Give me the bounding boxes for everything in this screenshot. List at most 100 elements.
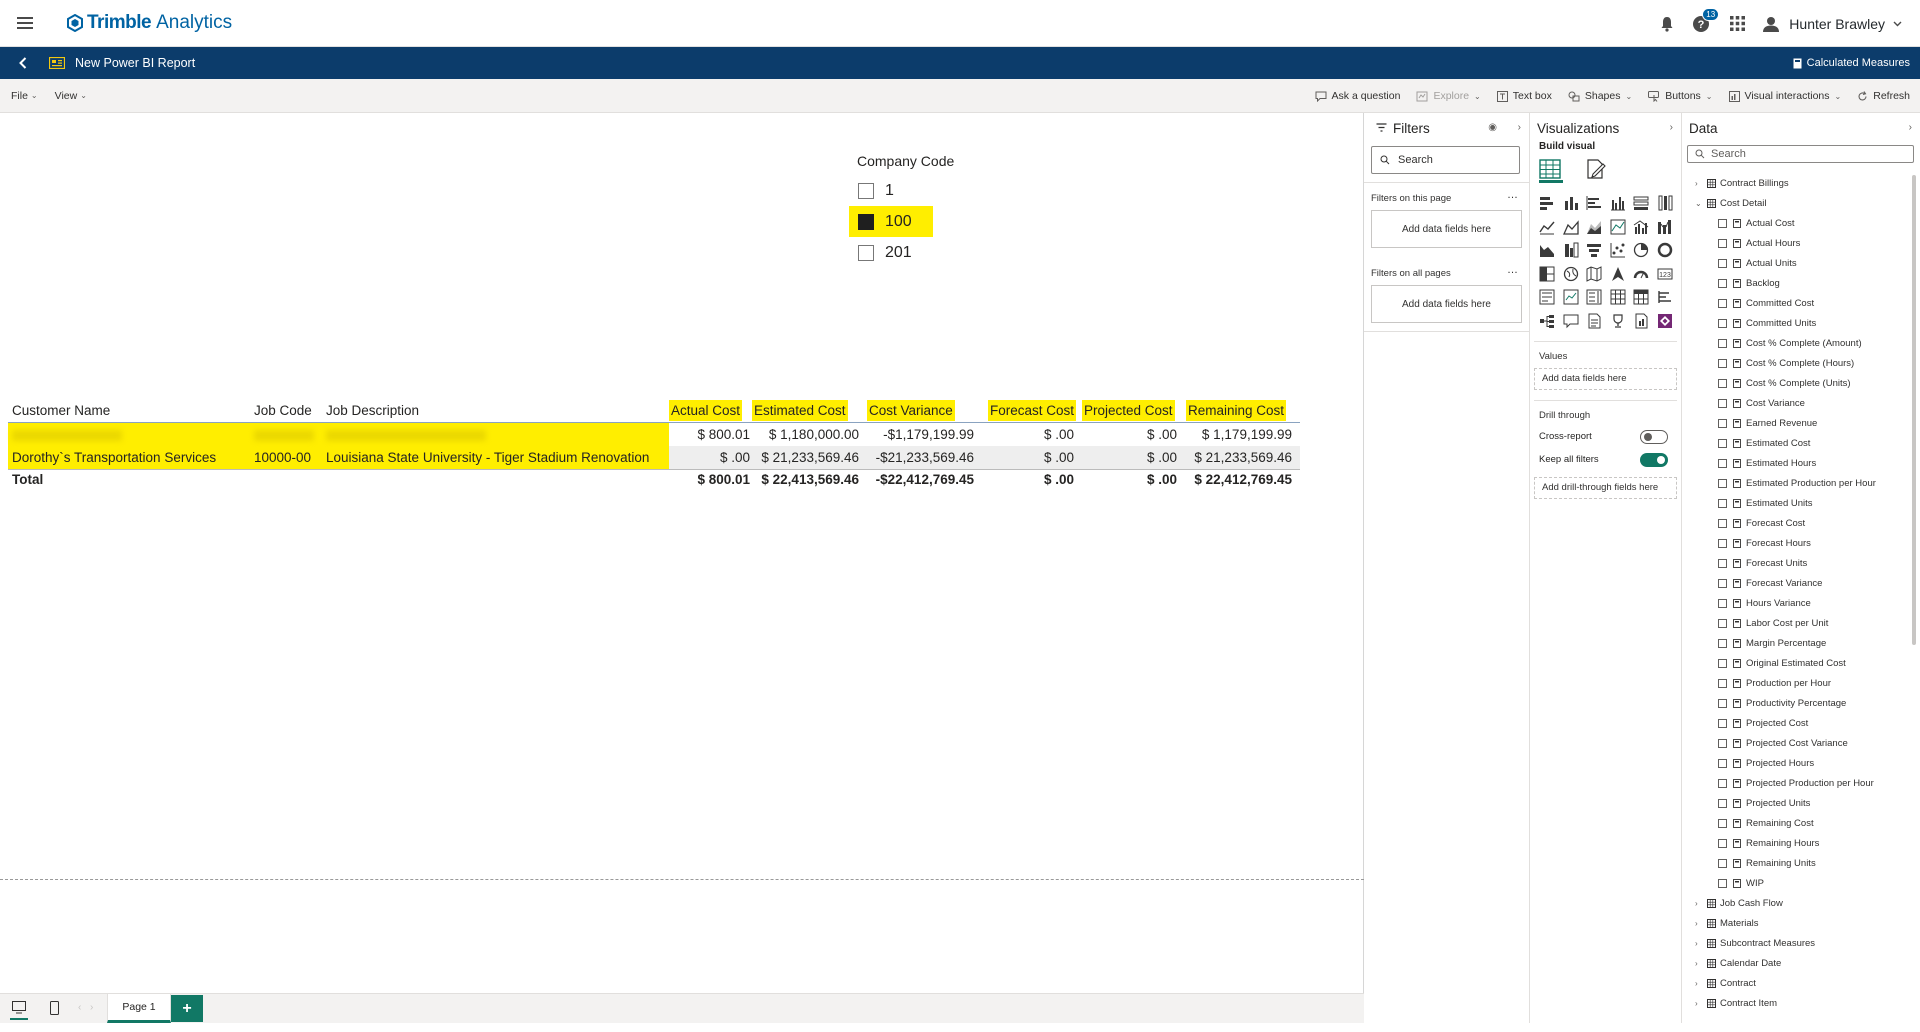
build-visual-tab-icon[interactable] — [1539, 159, 1563, 183]
data-table-item[interactable]: › Contract — [1682, 973, 1920, 993]
data-table-item[interactable]: › Job Cash Flow — [1682, 893, 1920, 913]
data-field-item[interactable]: Earned Revenue — [1682, 413, 1920, 433]
data-table-item[interactable]: ⌄ Cost Detail — [1682, 193, 1920, 213]
field-checkbox[interactable] — [1718, 598, 1727, 608]
gauge-icon[interactable] — [1633, 266, 1651, 284]
waterfall-chart-icon[interactable] — [1539, 242, 1557, 260]
drill-through-drop-zone[interactable]: Add drill-through fields here — [1534, 476, 1677, 499]
data-field-item[interactable]: Forecast Hours — [1682, 533, 1920, 553]
column-header-actual-cost[interactable]: Actual Cost — [669, 400, 743, 421]
field-checkbox[interactable] — [1718, 718, 1727, 728]
field-checkbox[interactable] — [1718, 258, 1727, 268]
file-menu[interactable]: File ⌄ — [11, 90, 38, 102]
chevron-right-icon[interactable]: › — [1695, 979, 1705, 988]
decomposition-tree-icon[interactable] — [1539, 313, 1557, 331]
column-header-job-code[interactable]: Job Code — [254, 403, 312, 418]
refresh-button[interactable]: Refresh — [1857, 90, 1910, 102]
column-header-forecast-cost[interactable]: Forecast Cost — [988, 400, 1077, 421]
collapse-pane-icon[interactable]: › — [1909, 122, 1912, 133]
field-checkbox[interactable] — [1718, 558, 1727, 568]
visual-interactions-button[interactable]: Visual interactions ⌄ — [1728, 90, 1841, 102]
100-stacked-bar-chart-icon[interactable] — [1633, 195, 1651, 213]
column-header-customer-name[interactable]: Customer Name — [12, 403, 110, 418]
explore-button[interactable]: Explore ⌄ — [1416, 90, 1481, 102]
100-stacked-column-chart-icon[interactable] — [1657, 195, 1675, 213]
field-checkbox[interactable] — [1718, 238, 1727, 248]
data-table-item[interactable]: › Subcontract Measures — [1682, 933, 1920, 953]
chevron-right-icon[interactable]: › — [1695, 179, 1705, 188]
field-checkbox[interactable] — [1718, 378, 1727, 388]
report-canvas[interactable]: Company Code 1 100 201 Customer Name Job… — [0, 113, 1364, 993]
data-field-item[interactable]: Projected Hours — [1682, 753, 1920, 773]
qa-icon[interactable] — [1563, 313, 1581, 331]
brand-logo[interactable]: Trimble Analytics — [66, 12, 232, 34]
field-checkbox[interactable] — [1718, 878, 1727, 888]
field-checkbox[interactable] — [1718, 818, 1727, 828]
field-checkbox[interactable] — [1718, 438, 1727, 448]
keep-filters-toggle[interactable] — [1640, 452, 1668, 467]
data-field-item[interactable]: Projected Units — [1682, 793, 1920, 813]
data-field-item[interactable]: Forecast Units — [1682, 553, 1920, 573]
more-options-icon[interactable]: … — [1507, 189, 1518, 201]
data-field-item[interactable]: Estimated Cost — [1682, 433, 1920, 453]
line-clustered-column-chart-icon[interactable] — [1633, 219, 1651, 237]
data-table-item[interactable]: › Calendar Date — [1682, 953, 1920, 973]
data-field-item[interactable]: WIP — [1682, 873, 1920, 893]
field-checkbox[interactable] — [1718, 758, 1727, 768]
view-menu[interactable]: View ⌄ — [55, 90, 87, 102]
data-field-item[interactable]: Actual Units — [1682, 253, 1920, 273]
data-field-item[interactable]: Forecast Cost — [1682, 513, 1920, 533]
company-code-slicer[interactable]: Company Code 1 100 201 — [849, 153, 954, 268]
power-apps-icon[interactable] — [1657, 313, 1675, 331]
field-checkbox[interactable] — [1718, 338, 1727, 348]
data-scrollbar[interactable] — [1912, 175, 1916, 645]
key-influencers-icon[interactable] — [1657, 289, 1675, 307]
data-field-item[interactable]: Remaining Units — [1682, 853, 1920, 873]
back-arrow-icon[interactable] — [16, 56, 30, 70]
filters-all-drop-zone[interactable]: Add data fields here — [1371, 285, 1522, 323]
next-page-arrow-icon[interactable]: › — [90, 1002, 93, 1013]
field-checkbox[interactable] — [1718, 498, 1727, 508]
chevron-right-icon[interactable]: › — [1695, 939, 1705, 948]
field-checkbox[interactable] — [1718, 358, 1727, 368]
data-field-item[interactable]: Committed Units — [1682, 313, 1920, 333]
user-avatar-icon[interactable] — [1763, 16, 1780, 32]
chevron-down-icon[interactable]: ⌄ — [1695, 199, 1705, 208]
data-field-item[interactable]: Estimated Units — [1682, 493, 1920, 513]
data-field-item[interactable]: Remaining Cost — [1682, 813, 1920, 833]
column-header-cost-variance[interactable]: Cost Variance — [867, 400, 955, 421]
stacked-bar-chart-icon[interactable] — [1539, 195, 1557, 213]
field-checkbox[interactable] — [1718, 678, 1727, 688]
chevron-right-icon[interactable]: › — [1695, 999, 1705, 1008]
collapse-pane-icon[interactable]: › — [1518, 122, 1521, 133]
field-checkbox[interactable] — [1718, 578, 1727, 588]
matrix-icon[interactable] — [1633, 289, 1651, 307]
column-header-remaining-cost[interactable]: Remaining Cost — [1186, 400, 1287, 421]
field-checkbox[interactable] — [1718, 698, 1727, 708]
field-checkbox[interactable] — [1718, 798, 1727, 808]
field-checkbox[interactable] — [1718, 658, 1727, 668]
smart-narrative-icon[interactable] — [1586, 313, 1604, 331]
shapes-button[interactable]: Shapes ⌄ — [1568, 90, 1632, 102]
data-table-item[interactable]: › Contract Item — [1682, 993, 1920, 1013]
map-icon[interactable] — [1563, 266, 1581, 284]
azure-map-icon[interactable] — [1610, 266, 1628, 284]
treemap-icon[interactable] — [1539, 266, 1557, 284]
field-checkbox[interactable] — [1718, 418, 1727, 428]
data-field-item[interactable]: Hours Variance — [1682, 593, 1920, 613]
data-field-item[interactable]: Forecast Variance — [1682, 573, 1920, 593]
data-field-item[interactable]: Production per Hour — [1682, 673, 1920, 693]
data-field-item[interactable]: Projected Production per Hour — [1682, 773, 1920, 793]
data-field-item[interactable]: Original Estimated Cost — [1682, 653, 1920, 673]
previous-page-arrow-icon[interactable]: ‹ — [78, 1002, 81, 1013]
data-field-item[interactable]: Remaining Hours — [1682, 833, 1920, 853]
filters-search-input[interactable]: Search — [1371, 146, 1520, 174]
buttons-button[interactable]: Buttons ⌄ — [1648, 90, 1713, 102]
field-checkbox[interactable] — [1718, 778, 1727, 788]
data-field-item[interactable]: Productivity Percentage — [1682, 693, 1920, 713]
data-field-item[interactable]: Cost % Complete (Units) — [1682, 373, 1920, 393]
filters-page-drop-zone[interactable]: Add data fields here — [1371, 210, 1522, 248]
data-field-item[interactable]: Projected Cost Variance — [1682, 733, 1920, 753]
text-box-button[interactable]: Text box — [1496, 90, 1552, 102]
clustered-bar-chart-icon[interactable] — [1586, 195, 1604, 213]
